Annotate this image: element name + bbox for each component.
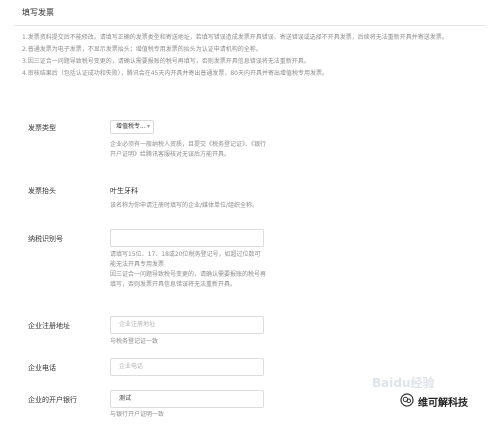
watermark: Baidu经验 维可解科技 bbox=[372, 374, 492, 414]
wechat-official-account-icon bbox=[400, 393, 414, 407]
tax-id-hint: 请填写15位、17、18或20位税务登记号，如超过位数可能无法开具专用发票 因三… bbox=[110, 250, 266, 290]
reg-address-input[interactable]: 企业注册地址 bbox=[110, 316, 264, 334]
notice-item: 3.因三证合一问题导致税号变更的，请确认需要报账的税号再填写，否则发票开具信息错… bbox=[22, 58, 310, 65]
notice-item: 1.发票资料提交后不能修改。请填写正确的发票类型和寄送地址，若填写错误造成发票开… bbox=[22, 34, 448, 41]
invoice-type-select[interactable]: 增值税专... ▾ bbox=[110, 120, 154, 134]
chevron-down-icon: ▾ bbox=[146, 123, 150, 130]
tax-id-hint-line: 请填写15位、17、18或20位税务登记号，如超过位数可能无法开具专用发票 bbox=[110, 251, 261, 268]
bank-label: 企业的开户银行 bbox=[28, 396, 77, 404]
invoice-title-value: 叶生牙科 bbox=[110, 187, 138, 195]
bank-hint: 与银行开户证明一致 bbox=[110, 411, 165, 418]
phone-label: 企业电话 bbox=[28, 364, 56, 372]
invoice-type-selected: 增值税专... bbox=[116, 123, 146, 130]
invoice-title-hint: 该名称为你申请注册时填写的企业/媒体单位/组织全称。 bbox=[110, 202, 259, 209]
phone-input[interactable]: 企业电话 bbox=[110, 358, 264, 376]
notice-block: 1.发票资料提交后不能修改。请填写正确的发票类型和寄送地址，若填写错误造成发票开… bbox=[22, 33, 486, 81]
notice-item: 4.审核结果后（包括认证成功和失败），腾讯会在45天内开具并寄出普通发票，80天… bbox=[22, 70, 328, 77]
notice-item: 2.普通发票为电子发票，不显示发票抬头；增值税专用发票的抬头为认证申请机构的全称… bbox=[22, 46, 262, 53]
invoice-form-page: 填写发票 1.发票资料提交后不能修改。请填写正确的发票类型和寄送地址，若填写错误… bbox=[0, 0, 500, 425]
tax-id-hint-line: 因三证合一问题导致税号变更的，请确认需要报账的税号再填写，否则发票开具信息错误将… bbox=[110, 271, 267, 288]
tax-id-input[interactable] bbox=[110, 229, 264, 247]
bank-input[interactable]: 测试 bbox=[110, 390, 264, 408]
invoice-type-label: 发票类型 bbox=[28, 124, 56, 132]
reg-address-hint: 与税务登记证一致 bbox=[110, 338, 159, 345]
title-divider bbox=[14, 25, 486, 26]
invoice-title-label: 发票抬头 bbox=[28, 187, 56, 195]
reg-address-label: 企业注册地址 bbox=[28, 322, 70, 330]
baidu-logo: Baidu经验 bbox=[372, 376, 435, 390]
section-title: 填写发票 bbox=[22, 8, 54, 17]
invoice-type-hint: 企业必须有一般纳税人资质，且提交《税务登记证》、《银行开户证明》给腾讯客服核对无… bbox=[110, 141, 267, 158]
watermark-brand: 维可解科技 bbox=[418, 398, 468, 409]
tax-id-label: 纳税识别号 bbox=[28, 235, 63, 243]
